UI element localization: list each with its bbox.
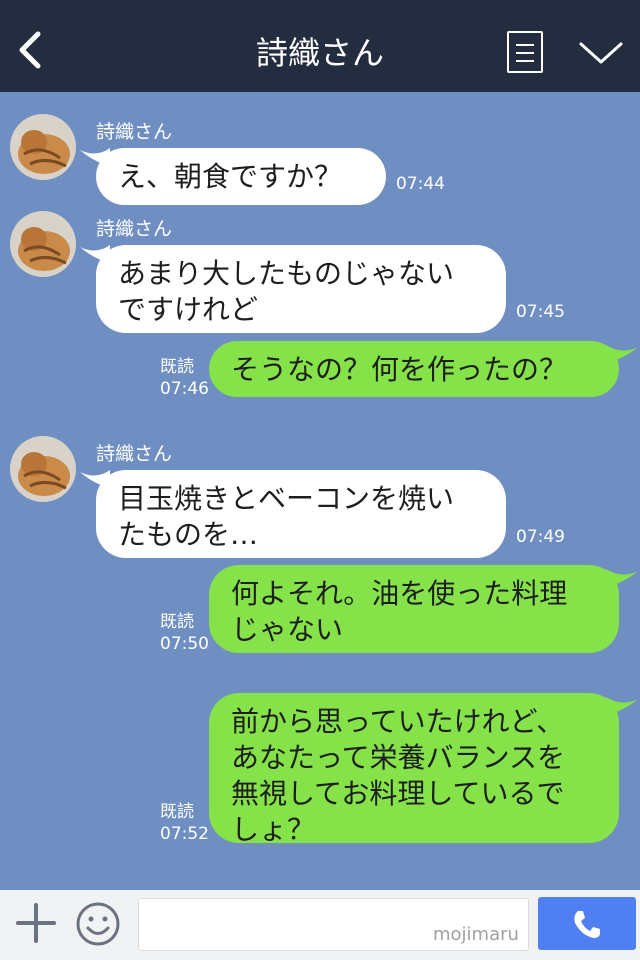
call-button[interactable] [538,897,636,950]
message-bubble[interactable]: 目玉焼きとベーコンを焼い たものを… [96,470,506,558]
message-bubble[interactable]: 何よそれ。油を使った料理 じゃない [209,565,619,653]
watermark: mojimaru [433,924,519,945]
read-receipt: 既読 07:52 [160,801,209,845]
sender-name: 詩織さん [96,443,173,465]
bubble-tail [606,345,638,363]
phone-icon [574,911,600,938]
menu-icon[interactable] [507,31,543,73]
avatar[interactable] [10,436,76,502]
message-time: 07:46 [160,379,209,399]
read-receipt: 既読 07:50 [160,611,209,655]
avatar[interactable] [10,211,76,277]
message-time: 07:45 [516,302,565,322]
message-bubble[interactable]: あまり大したものじゃない ですけれど [96,245,506,333]
message-time: 07:50 [160,634,209,654]
plus-icon[interactable] [16,903,56,943]
message-bubble[interactable]: え、朝食ですか？ [96,148,386,205]
smile-icon[interactable] [75,901,121,947]
sender-name: 詩織さん [96,218,173,240]
chevron-down-icon[interactable] [578,40,624,66]
bubble-tail [606,569,638,587]
sender-name: 詩織さん [96,121,173,143]
read-receipt: 既読 07:46 [160,356,209,400]
read-label: 既読 [160,612,194,632]
message-time: 07:49 [516,527,565,547]
message-time: 07:52 [160,824,209,844]
read-label: 既読 [160,357,194,377]
message-bubble[interactable]: 前から思っていたけれど、 あなたって栄養バランスを 無視してお料理しているで し… [209,693,619,846]
read-label: 既読 [160,802,194,822]
chat-title: 詩織さん [255,34,384,72]
message-bubble[interactable]: そうなの？何を作ったの？ [209,341,619,397]
avatar[interactable] [10,114,76,180]
message-time: 07:44 [396,174,445,194]
bubble-tail [606,697,638,715]
chat-header: 詩織さん [0,0,640,92]
